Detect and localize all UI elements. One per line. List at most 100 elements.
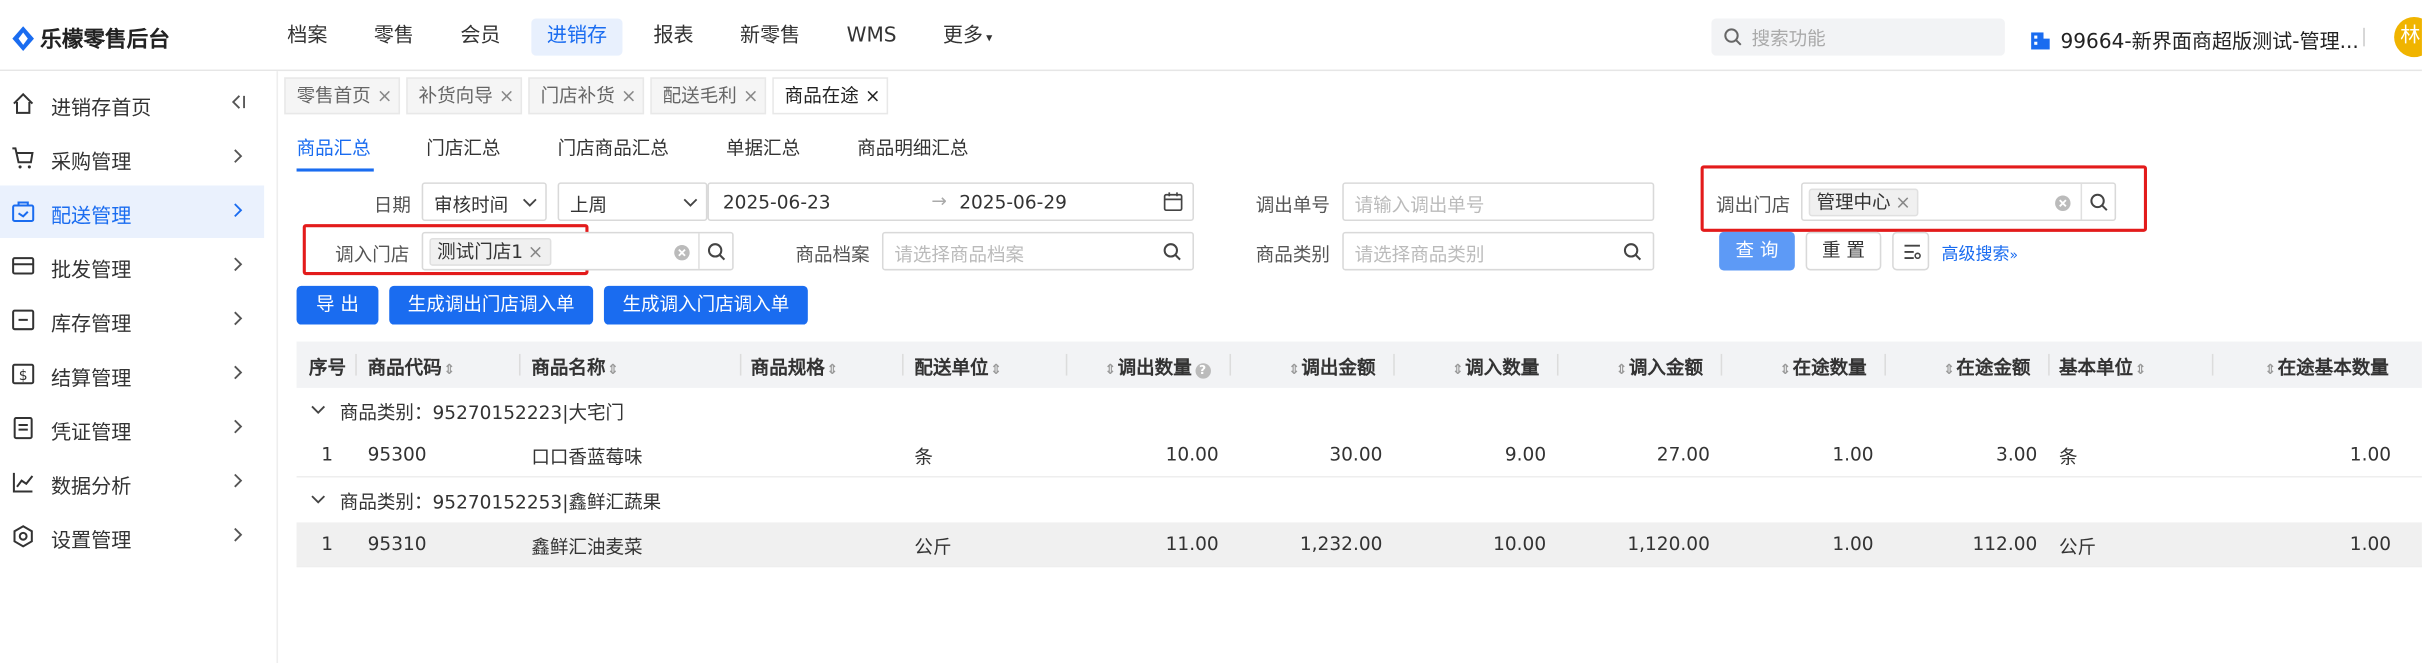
nav-inventory[interactable]: 进销存 <box>531 18 623 56</box>
out-order-input[interactable]: 请输入调出单号 <box>1342 182 1655 222</box>
clear-icon[interactable] <box>673 244 690 261</box>
out-store-tag[interactable]: 管理中心 × <box>1808 188 1919 217</box>
col-in-qty[interactable]: ⇕ 调入数量 <box>1450 354 1539 380</box>
sidebar-item-stock[interactable]: 库存管理 <box>0 294 264 347</box>
help-icon[interactable]: ? <box>1194 363 1211 379</box>
clear-icon[interactable] <box>2054 195 2071 212</box>
out-order-label: 调出单号 <box>1255 194 1330 217</box>
sidebar-item-settlement[interactable]: $ 结算管理 <box>0 348 264 401</box>
group-row[interactable]: 商品类别：95270152223|大宅门 <box>297 388 2422 433</box>
search-icon[interactable] <box>1623 243 1642 262</box>
sidebar-item-purchase[interactable]: 采购管理 <box>0 131 264 184</box>
in-store-label: 调入门店 <box>335 244 410 266</box>
tag-close-icon[interactable]: × <box>1895 192 1911 214</box>
col-transit-base-qty-label: 在途基本数量 <box>2277 357 2389 379</box>
date-from[interactable]: 2025-06-23 <box>723 192 831 214</box>
close-icon[interactable]: × <box>499 85 515 107</box>
nav-retail[interactable]: 零售 <box>358 19 429 56</box>
search-icon[interactable] <box>1163 243 1182 262</box>
tab-retail-home[interactable]: 零售首页 × <box>284 77 401 115</box>
col-in-amount[interactable]: ⇕ 调入金额 <box>1614 354 1703 380</box>
cell-transit-base-qty: 1.00 <box>2349 533 2392 555</box>
col-delivery-unit[interactable]: 配送单位 ⇕ <box>914 354 1003 380</box>
subtab-goods-summary[interactable]: 商品汇总 <box>296 134 374 172</box>
nav-member[interactable]: 会员 <box>445 19 516 56</box>
date-label: 日期 <box>373 194 411 217</box>
close-icon[interactable]: × <box>377 85 393 107</box>
col-spec[interactable]: 商品规格 ⇕ <box>751 354 840 380</box>
group-row[interactable]: 商品类别：95270152253|鑫鲜汇蔬果 <box>297 478 2422 523</box>
col-transit-amount[interactable]: ⇕ 在途金额 <box>1942 354 2031 380</box>
subtab-goods-detail-summary[interactable]: 商品明细汇总 <box>857 134 968 160</box>
chevron-right-icon <box>234 473 243 488</box>
col-base-unit[interactable]: 基本单位 ⇕ <box>2059 354 2148 380</box>
chevron-right-icon <box>234 365 243 380</box>
group-label: 商品类别：95270152253|鑫鲜汇蔬果 <box>339 491 662 514</box>
close-icon[interactable]: × <box>621 85 637 107</box>
advanced-search-link[interactable]: 高级搜索» <box>1942 241 2018 266</box>
nav-new-retail[interactable]: 新零售 <box>725 19 816 56</box>
period-select[interactable]: 上周 <box>557 182 708 222</box>
column-divider <box>2211 353 2214 376</box>
tab-delivery-margin[interactable]: 配送毛利 × <box>650 77 767 115</box>
tab-replenish-guide[interactable]: 补货向导 × <box>406 77 523 115</box>
col-out-amount[interactable]: ⇕ 调出金额 <box>1287 354 1375 380</box>
sidebar-item-settings[interactable]: 设置管理 <box>0 510 264 563</box>
product-select[interactable]: 请选择商品档案 <box>881 231 1194 271</box>
caret-down-icon: ▾ <box>986 30 993 45</box>
store-switcher[interactable]: 99664-新界面商超版测试-管理... <box>2030 25 2359 54</box>
search-icon[interactable] <box>707 243 726 262</box>
subtab-store-goods-summary[interactable]: 门店商品汇总 <box>558 134 669 160</box>
app-logo[interactable]: 乐檬零售后台 <box>12 23 170 54</box>
table-header: 序号 商品代码 ⇕ 商品名称 ⇕ 商品规格 ⇕ 配送单位 ⇕ ⇕ 调出数量? ⇕ 调出金额 … <box>296 341 2422 388</box>
sidebar-item-voucher[interactable]: 凭证管理 <box>0 402 264 455</box>
sidebar-item-delivery[interactable]: 配送管理 <box>0 185 265 239</box>
col-code[interactable]: 商品代码 ⇕ <box>368 354 457 380</box>
nav-report[interactable]: 报表 <box>638 19 709 56</box>
col-transit-amount-label: 在途金额 <box>1956 357 2031 379</box>
date-to[interactable]: 2025-06-29 <box>959 192 1067 214</box>
collapse-icon[interactable] <box>229 93 248 112</box>
column-settings-button[interactable] <box>1892 231 1930 271</box>
active-indicator <box>296 168 374 172</box>
in-store-tag[interactable]: 测试门店1 × <box>429 238 551 266</box>
user-avatar[interactable]: 林 <box>2394 17 2422 58</box>
sidebar-item-label: 凭证管理 <box>50 421 132 446</box>
export-button[interactable]: 导 出 <box>296 285 379 325</box>
cell-code: 95310 <box>367 533 427 555</box>
nav-archive[interactable]: 档案 <box>272 19 343 56</box>
generate-in-store-transfer-button[interactable]: 生成调入门店调入单 <box>603 285 808 325</box>
table-row[interactable]: 1 95300 口口香蓝莓味 条 10.00 30.00 9.00 27.00 … <box>296 433 2422 478</box>
close-icon[interactable]: × <box>865 85 881 107</box>
col-out-qty[interactable]: ⇕ 调出数量? <box>1103 354 1211 380</box>
out-store-select[interactable]: 管理中心 × <box>1801 182 2117 222</box>
sidebar-item-wholesale[interactable]: 批发管理 <box>0 240 264 293</box>
close-icon[interactable]: × <box>743 85 759 107</box>
query-button[interactable]: 查 询 <box>1719 231 1795 271</box>
tab-goods-in-transit[interactable]: 商品在途 × <box>772 77 889 115</box>
sidebar-item-inventory-home[interactable]: 进销存首页 <box>0 77 264 130</box>
col-index: 序号 <box>308 357 347 379</box>
col-transit-qty[interactable]: ⇕ 在途数量 <box>1778 354 1866 380</box>
subtab-store-summary[interactable]: 门店汇总 <box>426 134 500 160</box>
col-name[interactable]: 商品名称 ⇕ <box>531 354 620 380</box>
sidebar-item-analytics[interactable]: 数据分析 <box>0 456 264 509</box>
nav-wms[interactable]: WMS <box>831 19 912 56</box>
nav-more[interactable]: 更多 ▾ <box>927 19 1007 56</box>
cell-code: 95300 <box>367 443 427 466</box>
search-icon[interactable] <box>2090 193 2109 212</box>
date-range-picker[interactable]: 2025-06-23 → 2025-06-29 <box>707 182 1194 222</box>
col-transit-base-qty[interactable]: ⇕ 在途基本数量 <box>2263 354 2389 380</box>
cell-out-qty: 10.00 <box>1165 443 1219 466</box>
date-type-select[interactable]: 审核时间 <box>421 182 547 222</box>
in-store-select[interactable]: 测试门店1 × <box>421 231 734 271</box>
sidebar-item-label: 批发管理 <box>50 259 132 283</box>
function-search[interactable]: 搜索功能 <box>1711 18 2005 56</box>
category-select[interactable]: 请选择商品类别 <box>1342 231 1655 271</box>
tab-store-replenish[interactable]: 门店补货 × <box>528 77 645 115</box>
generate-out-store-transfer-button[interactable]: 生成调出门店调入单 <box>389 285 594 325</box>
tag-close-icon[interactable]: × <box>528 241 544 263</box>
reset-button[interactable]: 重 置 <box>1805 231 1882 271</box>
subtab-document-summary[interactable]: 单据汇总 <box>726 134 800 160</box>
table-row[interactable]: 1 95310 鑫鲜汇油麦菜 公斤 11.00 1,232.00 10.00 1… <box>296 522 2422 568</box>
